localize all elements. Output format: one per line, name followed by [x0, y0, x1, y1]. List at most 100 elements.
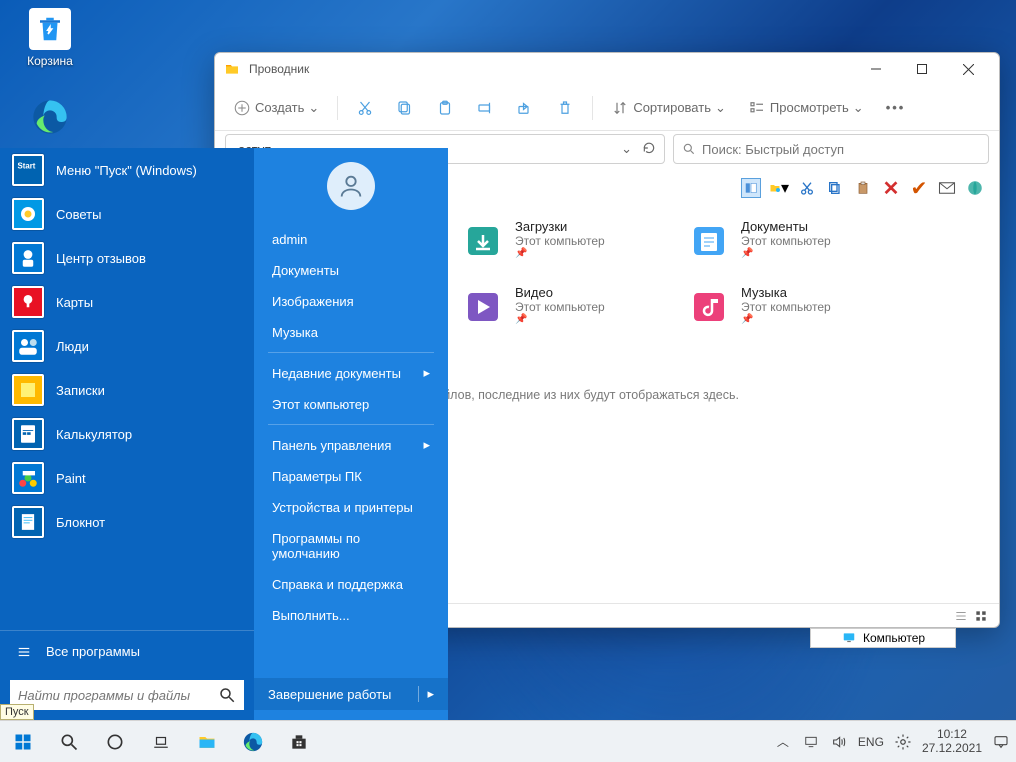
- start-app-item[interactable]: Записки: [0, 368, 254, 412]
- folder-item[interactable]: ВидеоЭтот компьютер📌: [457, 281, 677, 341]
- taskbar-explorer[interactable]: [184, 721, 230, 762]
- folder-icon: [461, 219, 505, 263]
- folder-item[interactable]: ЗагрузкиЭтот компьютер📌: [457, 215, 677, 275]
- close-button[interactable]: [945, 53, 991, 85]
- folder-item[interactable]: МузыкаЭтот компьютер📌: [683, 281, 903, 341]
- arrow-right-icon[interactable]: ▸: [418, 686, 434, 702]
- start-app-item[interactable]: Блокнот: [0, 500, 254, 544]
- app-icon: [12, 418, 44, 450]
- app-icon: [12, 242, 44, 274]
- rename-button[interactable]: [468, 93, 502, 123]
- mail-icon[interactable]: [937, 178, 957, 198]
- paste-icon[interactable]: [853, 178, 873, 198]
- search-button[interactable]: [46, 721, 92, 762]
- volume-icon[interactable]: [830, 733, 848, 751]
- folder-options-icon[interactable]: ▾: [769, 178, 789, 198]
- app-icon: [12, 506, 44, 538]
- minimize-button[interactable]: [853, 53, 899, 85]
- start-right-item[interactable]: Параметры ПК: [254, 461, 448, 492]
- search-icon[interactable]: [218, 686, 236, 704]
- search-input[interactable]: Поиск: Быстрый доступ: [673, 134, 989, 164]
- arrow-right-icon: ▸: [423, 437, 430, 453]
- app-icon: [12, 374, 44, 406]
- taskview-button[interactable]: [138, 721, 184, 762]
- shutdown-button[interactable]: Завершение работы▸: [254, 678, 448, 710]
- start-app-item[interactable]: Советы: [0, 192, 254, 236]
- delete-button[interactable]: [548, 93, 582, 123]
- start-right-item[interactable]: Панель управления▸: [254, 429, 448, 461]
- this-pc[interactable]: Этот компьютер: [254, 389, 448, 420]
- start-right-item[interactable]: Справка и поддержка: [254, 569, 448, 600]
- app-icon: [12, 330, 44, 362]
- chevron-down-icon: ⌄: [308, 100, 319, 116]
- copy-icon[interactable]: [825, 178, 845, 198]
- sort-button[interactable]: Сортировать⌄: [603, 93, 734, 123]
- action-center-icon[interactable]: [992, 733, 1010, 751]
- titlebar[interactable]: Проводник: [215, 53, 999, 85]
- svg-text:Start: Start: [18, 161, 36, 170]
- start-app-item[interactable]: Калькулятор: [0, 412, 254, 456]
- window-title: Проводник: [249, 62, 309, 76]
- start-app-item[interactable]: Paint: [0, 456, 254, 500]
- start-right-item[interactable]: Документы: [254, 255, 448, 286]
- pin-icon: 📌: [515, 248, 605, 259]
- start-app-item[interactable]: Центр отзывов: [0, 236, 254, 280]
- delete-icon[interactable]: ✕: [881, 178, 901, 198]
- start-right-item[interactable]: Устройства и принтеры: [254, 492, 448, 523]
- start-right-item[interactable]: Программы по умолчанию: [254, 523, 448, 569]
- pin-icon: 📌: [741, 314, 831, 325]
- settings-icon[interactable]: [894, 733, 912, 751]
- arrow-right-icon: ▸: [423, 365, 430, 381]
- maximize-button[interactable]: [899, 53, 945, 85]
- check-icon[interactable]: ✔: [909, 178, 929, 198]
- view-button[interactable]: Просмотреть⌄: [740, 93, 872, 123]
- explorer-icon: [223, 60, 241, 78]
- cut-button[interactable]: [348, 93, 382, 123]
- start-app-item[interactable]: StartМеню "Пуск" (Windows): [0, 148, 254, 192]
- copy-button[interactable]: [388, 93, 422, 123]
- user-name[interactable]: admin: [254, 224, 448, 255]
- cut-icon[interactable]: [797, 178, 817, 198]
- desktop-icon-label: Корзина: [12, 54, 88, 68]
- recent-docs[interactable]: Недавние документы▸: [254, 357, 448, 389]
- desktop-icon-recycle[interactable]: Корзина: [12, 8, 88, 68]
- language-indicator[interactable]: ENG: [858, 735, 884, 749]
- start-right-item[interactable]: Музыка: [254, 317, 448, 348]
- view-details-icon[interactable]: [953, 609, 969, 623]
- tray-display-icon[interactable]: [802, 733, 820, 751]
- taskbar-store[interactable]: [276, 721, 322, 762]
- start-search-input[interactable]: [18, 688, 218, 703]
- clock[interactable]: 10:12 27.12.2021: [922, 728, 982, 756]
- folder-item[interactable]: ДокументыЭтот компьютер📌: [683, 215, 903, 275]
- globe-icon[interactable]: [965, 178, 985, 198]
- desktop-icon-edge[interactable]: [12, 96, 88, 142]
- person-icon: [337, 172, 365, 200]
- refresh-icon[interactable]: [642, 141, 656, 157]
- share-button[interactable]: [508, 93, 542, 123]
- view-tiles-icon[interactable]: [973, 609, 989, 623]
- chevron-down-icon[interactable]: ⌄: [621, 141, 632, 157]
- paste-button[interactable]: [428, 93, 462, 123]
- start-tooltip: Пуск: [0, 704, 34, 720]
- all-programs[interactable]: Все программы: [0, 630, 254, 672]
- folder-icon: [461, 285, 505, 329]
- folder-icon: [687, 285, 731, 329]
- search-icon: [682, 142, 696, 156]
- start-right-item[interactable]: Изображения: [254, 286, 448, 317]
- start-app-item[interactable]: Карты: [0, 280, 254, 324]
- app-icon: Start: [12, 154, 44, 186]
- computer-panel[interactable]: Компьютер: [810, 628, 956, 648]
- user-avatar[interactable]: [327, 162, 375, 210]
- taskbar: ︿ ENG 10:12 27.12.2021: [0, 720, 1016, 762]
- cortana-button[interactable]: [92, 721, 138, 762]
- start-button[interactable]: [0, 721, 46, 762]
- start-app-item[interactable]: Люди: [0, 324, 254, 368]
- tray-overflow[interactable]: ︿: [774, 733, 792, 751]
- new-button[interactable]: Создать ⌄: [225, 93, 327, 123]
- start-right-item[interactable]: Выполнить...: [254, 600, 448, 631]
- more-button[interactable]: •••: [878, 94, 914, 121]
- taskbar-edge[interactable]: [230, 721, 276, 762]
- pane-icon[interactable]: [741, 178, 761, 198]
- hamburger-icon: [16, 645, 32, 659]
- start-search[interactable]: [10, 680, 244, 710]
